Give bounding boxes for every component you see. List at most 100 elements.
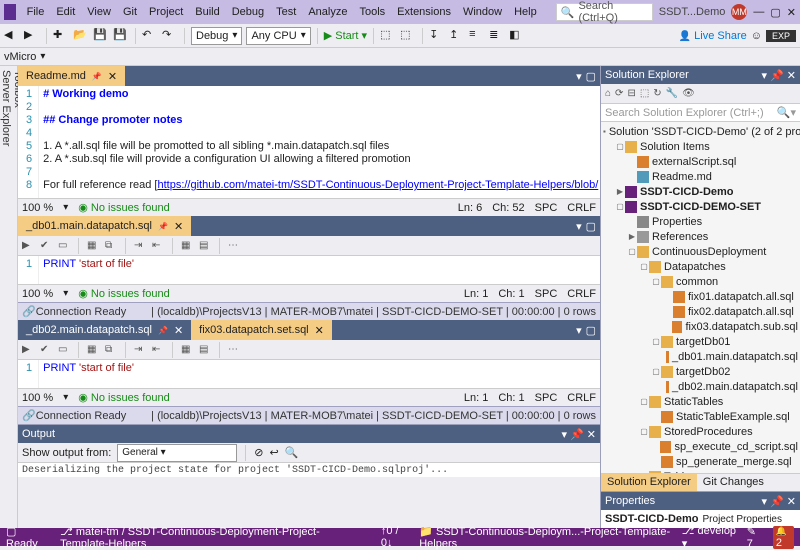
tree-twisty-icon[interactable]: ▢ — [639, 427, 649, 436]
pin-icon[interactable]: 📌 — [92, 72, 102, 81]
close-tab-icon[interactable]: ✕ — [108, 70, 117, 83]
tree-twisty-icon[interactable]: ▶ — [627, 232, 637, 241]
tree-item[interactable]: Properties — [601, 214, 800, 229]
maximize-button[interactable]: ▢ — [770, 6, 780, 19]
code-editor[interactable]: 1PRINT 'start of file' — [18, 360, 600, 388]
preview-icon[interactable]: 👁 — [682, 88, 695, 99]
editor-tab[interactable]: fix03.datapatch.set.sql✕ — [191, 320, 332, 340]
tree-item[interactable]: ▢SSDT-CICD-DEMO-SET — [601, 199, 800, 214]
notifications-badge[interactable]: 🔔2 — [773, 526, 794, 549]
menu-view[interactable]: View — [82, 4, 116, 20]
show-all-icon[interactable]: ⬚ — [640, 88, 649, 99]
text-icon[interactable]: ▤ — [199, 344, 211, 356]
tab-overflow-icon[interactable]: ▾ — [576, 70, 582, 83]
tree-twisty-icon[interactable]: ▢ — [651, 337, 661, 346]
close-tab-icon[interactable]: ✕ — [174, 220, 183, 233]
open-icon[interactable]: 📂 — [73, 28, 89, 44]
toolbar-icon[interactable]: ≡ — [469, 28, 485, 44]
minimize-button[interactable]: ― — [753, 6, 764, 18]
pin-icon[interactable]: 📌 — [158, 222, 168, 231]
tab-git-changes[interactable]: Git Changes — [697, 474, 770, 491]
tree-item[interactable]: ▢Solution Items — [601, 139, 800, 154]
outgoing-commits[interactable]: ↑0 / 0↓ — [381, 525, 409, 549]
results-icon[interactable]: ▦ — [87, 344, 99, 356]
check-icon[interactable]: ✔ — [40, 344, 52, 356]
zoom-level[interactable]: 100 % — [22, 288, 53, 300]
tab-solution-explorer[interactable]: Solution Explorer — [601, 474, 697, 491]
vmicro-menu[interactable]: vMicro — [4, 51, 36, 63]
execute-icon[interactable]: ▶ — [22, 344, 34, 356]
tree-item[interactable]: ▢StaticTables — [601, 394, 800, 409]
menu-edit[interactable]: Edit — [51, 4, 80, 20]
branch-name[interactable]: ⎇ develop ▾ — [682, 524, 737, 550]
undo-icon[interactable]: ↶ — [142, 28, 158, 44]
menu-tools[interactable]: Tools — [354, 4, 390, 20]
menu-build[interactable]: Build — [190, 4, 224, 20]
tree-twisty-icon[interactable]: ▢ — [615, 202, 625, 211]
tree-item[interactable]: fix03.datapatch.sub.sql — [601, 319, 800, 334]
properties-icon[interactable]: 🔧 — [666, 88, 678, 99]
maximize-pane-icon[interactable]: ▢ — [586, 70, 596, 83]
toolbar-icon[interactable]: ⬚ — [380, 28, 396, 44]
tree-item[interactable]: sp_generate_merge.sql — [601, 454, 800, 469]
tree-item[interactable]: ▶SSDT-CICD-Demo — [601, 184, 800, 199]
tree-item[interactable]: ▢Datapatches — [601, 259, 800, 274]
tree-item[interactable]: ▢common — [601, 274, 800, 289]
platform-dropdown[interactable]: Any CPU ▾ — [246, 27, 310, 45]
collapse-icon[interactable]: ⊟ — [627, 88, 635, 99]
indent-icon[interactable]: ⇥ — [134, 344, 146, 356]
save-icon[interactable]: 💾 — [93, 28, 109, 44]
save-all-icon[interactable]: 💾 — [113, 28, 129, 44]
toolbar-icon[interactable]: ≣ — [489, 28, 505, 44]
outdent-icon[interactable]: ⇤ — [152, 344, 164, 356]
text-icon[interactable]: ▤ — [199, 240, 211, 252]
menu-window[interactable]: Window — [458, 4, 507, 20]
search-dropdown-icon[interactable]: 🔍▾ — [777, 106, 796, 119]
pin-icon[interactable]: ▾ 📌 ✕ — [561, 428, 596, 441]
maximize-pane-icon[interactable]: ▢ — [586, 220, 596, 233]
outdent-icon[interactable]: ⇤ — [152, 240, 164, 252]
results-icon[interactable]: ▦ — [87, 240, 99, 252]
maximize-pane-icon[interactable]: ▢ — [586, 324, 596, 337]
tree-twisty-icon[interactable]: ▢ — [615, 142, 625, 151]
tab-overflow-icon[interactable]: ▾ — [576, 220, 582, 233]
output-text[interactable]: Deserializing the project state for proj… — [18, 463, 600, 477]
pin-icon[interactable]: ▾ 📌 ✕ — [761, 69, 796, 82]
home-icon[interactable]: ⌂ — [605, 88, 611, 99]
exp-badge[interactable]: EXP — [766, 30, 796, 42]
wrap-icon[interactable]: ↩ — [270, 446, 279, 459]
tree-item[interactable]: _db01.main.datapatch.sql — [601, 349, 800, 364]
tab-overflow-icon[interactable]: ▾ — [576, 324, 582, 337]
toolbar-icon[interactable]: ↧ — [429, 28, 445, 44]
grid-icon[interactable]: ▦ — [181, 240, 193, 252]
menu-help[interactable]: Help — [509, 4, 542, 20]
editor-tab[interactable]: _db01.main.datapatch.sql📌✕ — [18, 216, 191, 236]
more-icon[interactable]: ⋯ — [228, 240, 240, 252]
editor-tab[interactable]: Readme.md📌✕ — [18, 66, 125, 86]
grid-icon[interactable]: ▦ — [181, 344, 193, 356]
start-button[interactable]: ▶ Start ▾ — [324, 29, 367, 42]
tree-item[interactable]: ▢ContinuousDeployment — [601, 244, 800, 259]
tree-twisty-icon[interactable]: ▢ — [639, 262, 649, 271]
pin-icon[interactable]: ▾ 📌 ✕ — [761, 495, 796, 508]
close-tab-icon[interactable]: ✕ — [315, 324, 324, 337]
issues-indicator[interactable]: ◉ No issues found — [78, 287, 170, 300]
tree-item[interactable]: ▢targetDb02 — [601, 364, 800, 379]
plan-icon[interactable]: ⧉ — [105, 240, 117, 252]
tree-item[interactable]: Readme.md — [601, 169, 800, 184]
menu-test[interactable]: Test — [271, 4, 301, 20]
find-icon[interactable]: 🔍 — [285, 446, 299, 459]
tree-item[interactable]: fix01.datapatch.all.sql — [601, 289, 800, 304]
tree-item[interactable]: ▢targetDb01 — [601, 334, 800, 349]
menu-git[interactable]: Git — [118, 4, 142, 20]
tree-item[interactable]: StaticTableExample.sql — [601, 409, 800, 424]
execute-icon[interactable]: ▶ — [22, 240, 34, 252]
toolbar-icon[interactable]: ⬚ — [400, 28, 416, 44]
tree-twisty-icon[interactable]: ▪ — [603, 127, 606, 136]
solution-tree[interactable]: ▪Solution 'SSDT-CICD-Demo' (2 of 2 proje… — [601, 122, 800, 473]
zoom-level[interactable]: 100 % — [22, 202, 53, 214]
menu-analyze[interactable]: Analyze — [303, 4, 352, 20]
tree-twisty-icon[interactable]: ▶ — [615, 187, 625, 196]
tree-item[interactable]: externalScript.sql — [601, 154, 800, 169]
toolbar-icon[interactable]: ◧ — [509, 28, 525, 44]
